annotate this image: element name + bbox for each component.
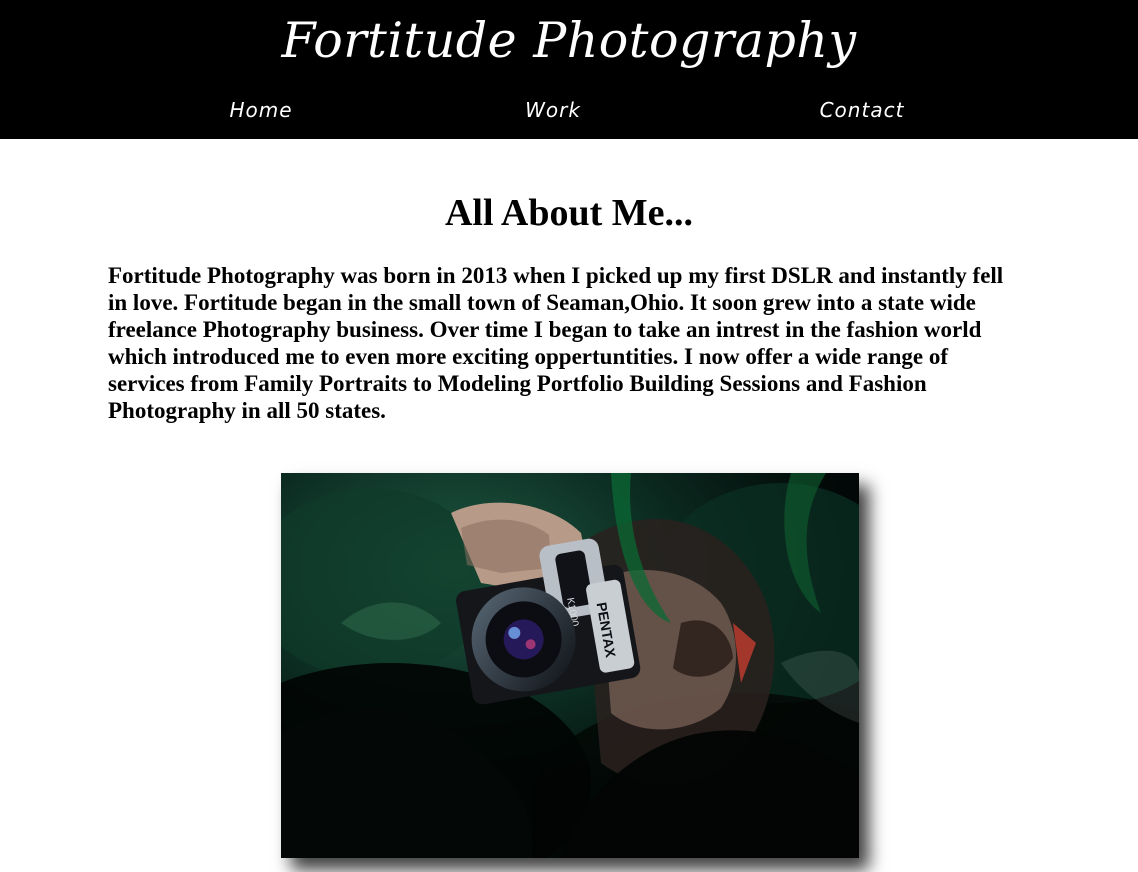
nav-link-home[interactable]: Home <box>229 92 292 128</box>
main-nav: Home Work Contact <box>0 92 1138 128</box>
about-paragraph: Fortitude Photography was born in 2013 w… <box>108 263 1004 423</box>
site-header: Fortitude Photography Home Work Contact <box>0 0 1138 139</box>
nav-link-contact[interactable]: Contact <box>820 92 905 128</box>
page-title: All About Me... <box>444 192 694 234</box>
camera-portrait-image: K1000 PENTAX <box>281 473 859 858</box>
site-title[interactable]: Fortitude Photography <box>0 6 1138 76</box>
photo-artwork: K1000 PENTAX <box>281 473 859 858</box>
nav-link-work[interactable]: Work <box>525 92 581 128</box>
